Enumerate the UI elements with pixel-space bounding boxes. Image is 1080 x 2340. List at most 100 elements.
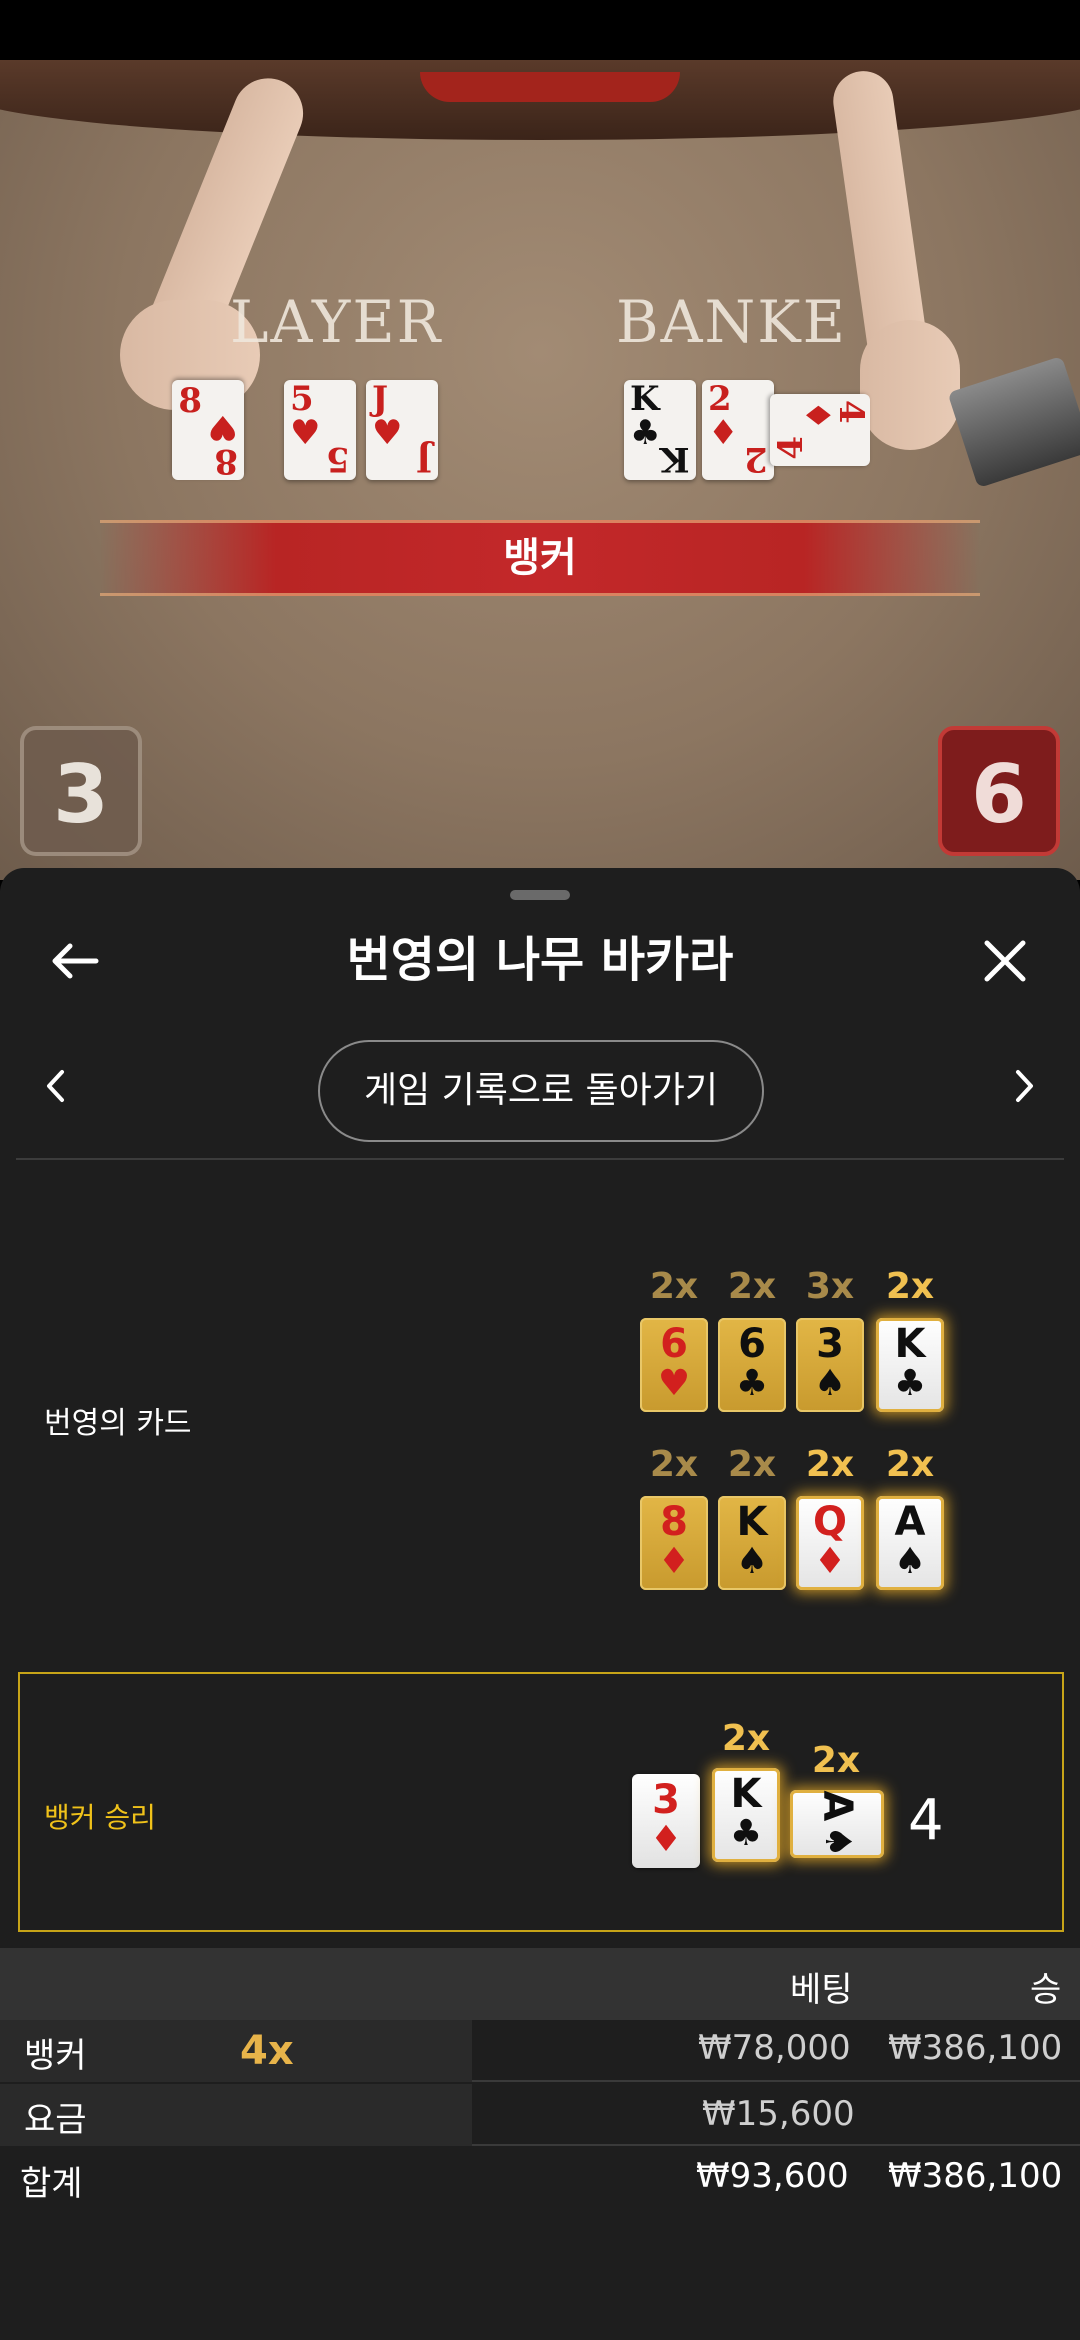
card-multiplier: 2x [811, 1740, 861, 1781]
bet-row-total: 합계 ₩93,600 ₩386,100 [0, 2148, 1080, 2210]
result-banner: 뱅커 [100, 520, 980, 596]
card-rank: K [736, 1499, 768, 1545]
bet-row-amount: ₩15,600 [702, 2094, 855, 2134]
card-suit: ♦ [649, 1819, 683, 1860]
table-card: 2 ♦ 2 [702, 380, 774, 480]
card-suit: ♠ [817, 1825, 858, 1858]
card-rank: 6 [660, 1321, 688, 1367]
multiplier-card: Q ♦ [796, 1496, 864, 1590]
total-bet: ₩93,600 [696, 2156, 849, 2196]
divider [16, 1158, 1064, 1160]
table-card: K ♣ K [624, 380, 696, 480]
close-button[interactable] [970, 926, 1040, 996]
card-suit: ♠ [813, 1363, 847, 1404]
card-suit: ♠ [735, 1541, 769, 1582]
card-rank-bottom: 2 [744, 439, 768, 479]
card-suit: ♣ [893, 1363, 927, 1404]
multiplier-card: 6 ♣ [718, 1318, 786, 1412]
player-table-label: LAYER [230, 288, 443, 356]
game-detail-sheet: 번영의 나무 바카라 게임 기록으로 돌아가기 번영의 카드 2x 6 ♥ 2x 6 ♣ 3… [0, 868, 1080, 2340]
card-rank: K [630, 379, 660, 419]
card-rank: K [730, 1771, 762, 1817]
bet-row-multiplier: 4x [240, 2028, 294, 2074]
table-card: 5 ♥ 5 [284, 380, 356, 480]
dealer-right-hand [860, 320, 960, 450]
card-suit: ♦ [657, 1541, 691, 1582]
previous-round-button[interactable] [30, 1060, 82, 1112]
card-rank: 6 [738, 1321, 766, 1367]
multiplier-card: A ♠ [790, 1790, 884, 1858]
card-rank-bottom: 4 [771, 436, 811, 460]
card-rank: A [814, 1790, 860, 1822]
card-suit: ♠ [893, 1541, 927, 1582]
card-rank: A [894, 1499, 926, 1545]
chevron-left-icon [47, 1070, 64, 1102]
bet-row-amount: ₩78,000 [698, 2028, 851, 2068]
chevron-right-icon [1016, 1070, 1033, 1102]
card-multiplier: 2x [649, 1266, 699, 1307]
card-rank: 3 [816, 1321, 844, 1367]
card-multiplier: 2x [727, 1444, 777, 1485]
card-multiplier: 2x [805, 1444, 855, 1485]
card-rank: 8 [214, 441, 238, 481]
lucky-cards-label: 번영의 카드 [44, 1406, 192, 1441]
banker-score: 6 [938, 726, 1060, 856]
table-card: 4 ♦ 4 [770, 394, 871, 466]
bet-column-header: 베팅 [790, 1970, 853, 2010]
next-round-button[interactable] [998, 1060, 1050, 1112]
card-suit: ♦ [813, 1541, 847, 1582]
bet-row-name: 뱅커 [24, 2036, 87, 2076]
multiplier-card: K ♣ [712, 1768, 780, 1862]
multiplier-card: 3 ♦ [632, 1774, 700, 1868]
card-rank: 8 [660, 1499, 688, 1545]
table-card: J ♥ J [366, 380, 438, 480]
card-suit: ♥ [657, 1363, 691, 1404]
multiplier-card: K ♣ [876, 1318, 944, 1412]
bet-row-win: ₩386,100 [888, 2028, 1063, 2068]
card-rank-bottom: K [660, 439, 690, 479]
sheet-drag-handle[interactable] [510, 890, 570, 900]
card-multiplier: 2x [727, 1266, 777, 1307]
card-suit: ♣ [735, 1363, 769, 1404]
multiplier-card: A ♠ [876, 1496, 944, 1590]
card-rank: J [372, 379, 389, 419]
total-label: 합계 [20, 2164, 83, 2204]
card-multiplier: 3x [805, 1266, 855, 1307]
card-rank: K [894, 1321, 926, 1367]
bet-row-banker: 뱅커 4x ₩78,000 ₩386,100 [0, 2020, 1080, 2082]
winner-label: 뱅커 승리 [44, 1801, 156, 1834]
multiplier-card: 3 ♠ [796, 1318, 864, 1412]
page-title: 번영의 나무 바카라 [346, 932, 734, 988]
card-rank: 3 [652, 1777, 680, 1823]
multiplier-card: 6 ♥ [640, 1318, 708, 1412]
bet-row-fee: 요금 ₩15,600 [0, 2084, 1080, 2146]
card-rank-bottom: 8 [178, 381, 202, 421]
live-video-feed: LAYER BANKE 8 ♥ 8 5 ♥ 5 J ♥ J K ♣ K 2 ♦ 2 4 ♦ 4 뱅커 3 6 [0, 0, 1080, 880]
multiplier-card: 8 ♦ [640, 1496, 708, 1590]
bet-row-name: 요금 [24, 2100, 87, 2140]
total-win: ₩386,100 [888, 2156, 1063, 2196]
card-rank: Q [812, 1499, 847, 1545]
win-column-header: 승 [1030, 1970, 1062, 2010]
multiplier-card: K ♠ [718, 1496, 786, 1590]
close-icon [984, 940, 1026, 982]
bets-table-header [0, 1948, 1080, 2020]
card-multiplier: 2x [649, 1444, 699, 1485]
card-rank-bottom: J [415, 439, 432, 479]
card-multiplier: 2x [721, 1718, 771, 1759]
banker-table-label: BANKE [616, 288, 847, 356]
winner-hand-total: 4 [908, 1788, 944, 1853]
back-to-history-button[interactable]: 게임 기록으로 돌아가기 [318, 1040, 764, 1142]
dealer-uniform [420, 72, 680, 102]
card-multiplier: 2x [885, 1444, 935, 1485]
table-card: 8 ♥ 8 [172, 380, 244, 481]
card-face: A ♠ [803, 1777, 871, 1871]
card-shoe [947, 355, 1080, 489]
card-rank-bottom: 5 [326, 439, 350, 479]
card-rank: 2 [708, 379, 732, 419]
arrow-left-icon [52, 943, 99, 979]
card-suit: ♣ [729, 1813, 763, 1854]
player-score: 3 [20, 726, 142, 856]
card-multiplier: 2x [885, 1266, 935, 1307]
back-button[interactable] [40, 926, 110, 996]
